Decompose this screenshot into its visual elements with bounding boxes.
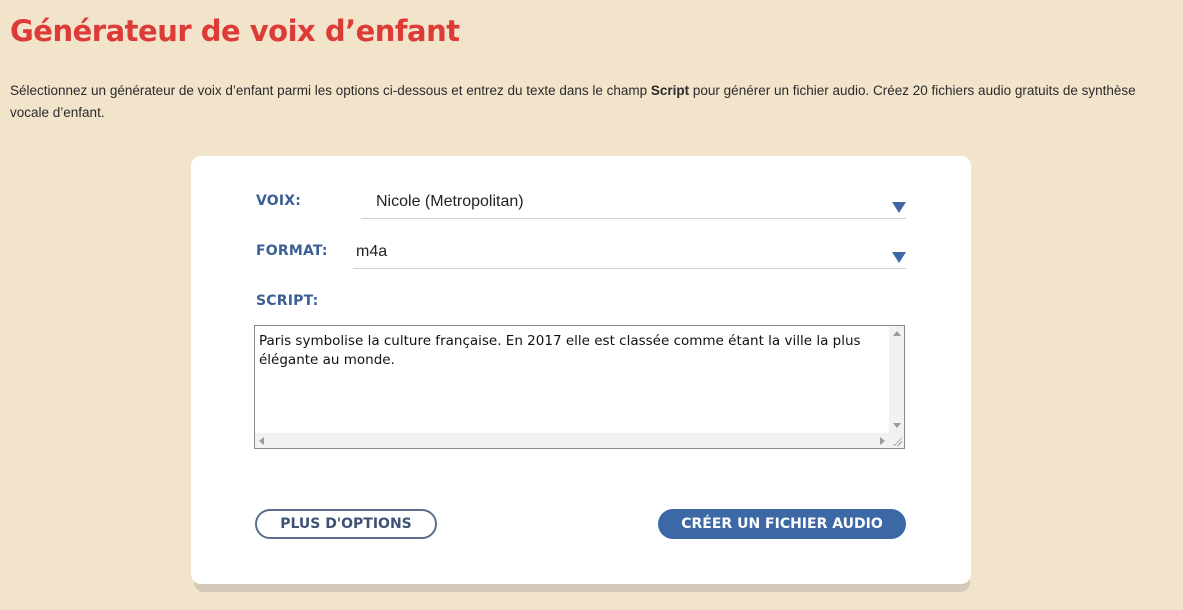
intro-text: Sélectionnez un générateur de voix d’enf… [10,80,1160,124]
scroll-up-arrow-icon[interactable] [893,331,901,336]
scroll-right-arrow-icon[interactable] [880,437,885,445]
horizontal-scrollbar[interactable] [255,433,889,448]
format-selected-value: m4a [356,243,388,260]
resize-grip-icon [892,436,902,446]
scroll-left-arrow-icon[interactable] [259,437,264,445]
intro-text-start: Sélectionnez un générateur de voix d’enf… [10,83,651,98]
generator-card: VOIX: Nicole (Metropolitan) FORMAT: m4a … [191,156,971,584]
create-audio-file-button[interactable]: CRÉER UN FICHIER AUDIO [658,509,906,539]
script-textarea[interactable]: Paris symbolise la culture française. En… [254,325,905,449]
format-label: FORMAT: [256,243,328,259]
voice-selected-value: Nicole (Metropolitan) [376,193,524,210]
chevron-down-icon [892,252,906,263]
chevron-down-icon [892,202,906,213]
page-title: Générateur de voix d’enfant [10,14,460,48]
more-options-button[interactable]: PLUS D'OPTIONS [255,509,437,539]
voice-select[interactable]: Nicole (Metropolitan) [361,188,906,219]
intro-script-keyword: Script [650,83,690,98]
resize-handle[interactable] [889,433,904,448]
voice-label: VOIX: [256,193,302,209]
script-text: Paris symbolise la culture française. En… [259,333,861,368]
scroll-down-arrow-icon[interactable] [893,423,901,428]
script-label: SCRIPT: [256,293,319,309]
format-select[interactable]: m4a [353,238,906,269]
vertical-scrollbar[interactable] [889,326,904,433]
